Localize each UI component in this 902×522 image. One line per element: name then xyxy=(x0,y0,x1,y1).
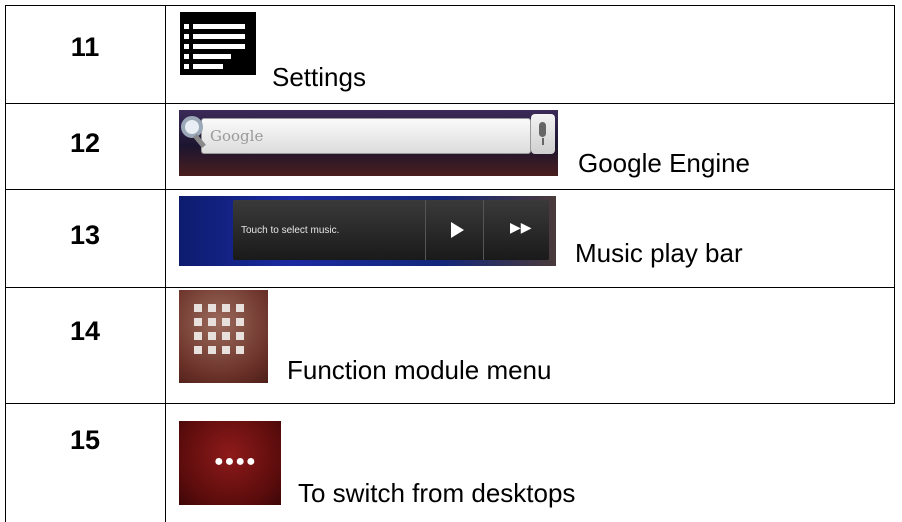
row-label: Music play bar xyxy=(575,238,743,268)
row-divider xyxy=(5,403,895,404)
row-number: 14 xyxy=(69,316,101,346)
table-border-right xyxy=(894,5,895,404)
music-prompt: Touch to select music. xyxy=(241,225,340,236)
desktop-switch-icon: ●●●● xyxy=(179,421,281,505)
list-menu-icon xyxy=(180,12,256,75)
microphone-icon xyxy=(531,114,555,154)
search-icon xyxy=(181,116,203,138)
grid-menu-icon xyxy=(179,290,268,383)
row-divider xyxy=(5,287,895,288)
row-number: 11 xyxy=(70,32,100,62)
column-divider xyxy=(165,5,166,522)
row-label: Function module menu xyxy=(287,355,552,385)
row-label: Google Engine xyxy=(578,148,751,178)
play-icon xyxy=(451,222,464,238)
google-search-bar: Google xyxy=(179,110,558,176)
table-border-top xyxy=(5,5,895,6)
row-number: 15 xyxy=(69,425,101,455)
feature-table: 11 Settings 12 Google Google Engine 13 T… xyxy=(0,0,902,522)
music-play-bar: Touch to select music. ▶▶ xyxy=(179,196,556,266)
search-placeholder: Google xyxy=(210,127,264,145)
row-number: 13 xyxy=(69,220,101,250)
row-number: 12 xyxy=(69,128,101,158)
search-input: Google xyxy=(201,118,531,154)
row-divider xyxy=(5,103,895,104)
row-divider xyxy=(5,189,895,190)
next-track-icon: ▶▶ xyxy=(510,219,532,235)
row-label: To switch from desktops xyxy=(298,478,576,508)
row-label: Settings xyxy=(272,62,366,92)
